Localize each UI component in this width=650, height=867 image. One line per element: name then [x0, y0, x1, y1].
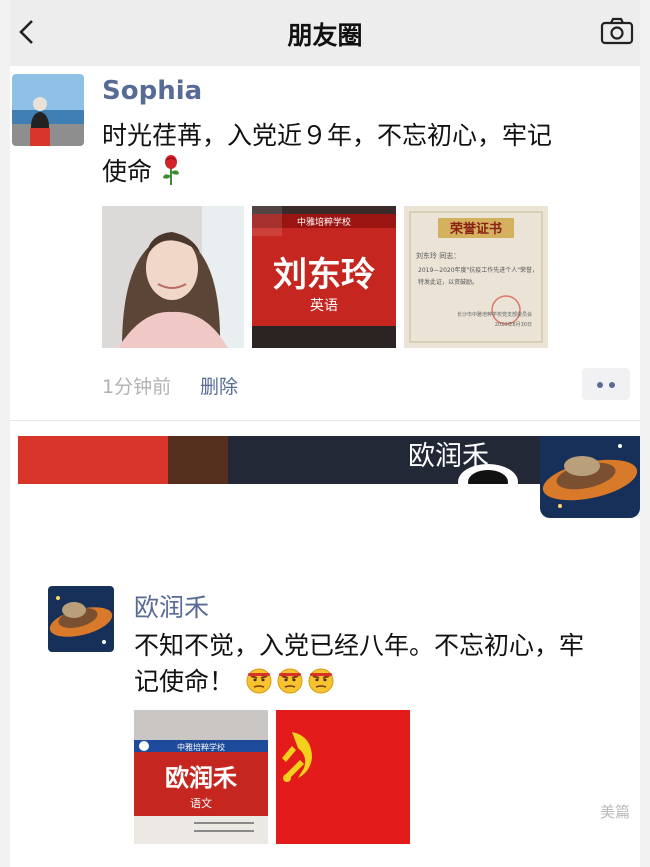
post-text-tail: 使命 — [102, 157, 153, 186]
author-name[interactable]: 欧润禾 — [134, 588, 209, 624]
cover-avatar[interactable] — [540, 436, 640, 518]
plate-name: 欧润禾 — [165, 763, 237, 792]
cover-name: 欧润禾 — [408, 441, 489, 472]
moments-feed: 朋友圈 Sophia 时光荏苒，入党近９年，不忘初心，牢记 使命 中雅培粹学校 … — [10, 0, 640, 867]
cert-line: 2019—2020年度"抗疫工作先进个人"荣誉， — [418, 266, 538, 274]
plate-subject: 英语 — [310, 297, 338, 314]
post-photo[interactable]: 中雅培粹学校 刘东玲 英语 — [252, 206, 396, 348]
plate-subject: 语文 — [190, 796, 212, 810]
dot-icon — [609, 382, 615, 388]
smirk-emoji — [246, 668, 272, 694]
cert-line: 特发此证，以资鼓励。 — [418, 278, 478, 286]
cert-title: 荣誉证书 — [449, 221, 502, 237]
post-text-line: 不知不觉，入党已经八年。不忘初心，牢 — [134, 631, 585, 660]
avatar[interactable] — [12, 74, 84, 146]
emoji-row — [242, 667, 335, 696]
more-actions-button[interactable] — [582, 368, 630, 400]
plate-school: 中雅培粹学校 — [177, 742, 225, 752]
party-flag-icon — [276, 710, 410, 844]
post-time: 1分钟前 — [102, 376, 172, 398]
cert-date: 2020年8月30日 — [495, 321, 532, 328]
dot-icon — [597, 382, 603, 388]
smirk-emoji — [277, 668, 303, 694]
avatar[interactable] — [48, 586, 114, 652]
cert-line: 刘东玲 同志： — [416, 251, 460, 260]
plate-name: 刘东玲 — [273, 255, 375, 295]
post-photo[interactable]: 中雅培粹学校 欧润禾 语文 — [134, 710, 268, 844]
cert-issuer: 长沙市中雅培粹学校党支部委员会 — [457, 311, 532, 318]
page-title: 朋友圈 — [287, 21, 363, 50]
post-photo[interactable]: 荣誉证书 刘东玲 同志： 2019—2020年度"抗疫工作先进个人"荣誉， 特发… — [404, 206, 548, 348]
rose-icon — [162, 155, 179, 185]
divider — [10, 420, 640, 421]
watermark: 美篇 — [599, 803, 630, 821]
author-name[interactable]: Sophia — [102, 76, 202, 106]
camera-icon[interactable] — [600, 16, 634, 46]
post-photo[interactable] — [276, 710, 410, 844]
delete-button[interactable]: 删除 — [200, 372, 238, 399]
nav-bar: 朋友圈 — [10, 0, 640, 66]
post-text-line: 使命 — [102, 154, 182, 190]
plate-school: 中雅培粹学校 — [297, 216, 351, 228]
post-text-line: 时光荏苒，入党近９年，不忘初心，牢记 — [102, 121, 553, 150]
smirk-emoji — [308, 668, 334, 694]
post-text-line: 记使命！ — [134, 664, 335, 700]
post-text-tail: 记使命！ — [134, 667, 235, 696]
post-photo[interactable] — [102, 206, 244, 348]
